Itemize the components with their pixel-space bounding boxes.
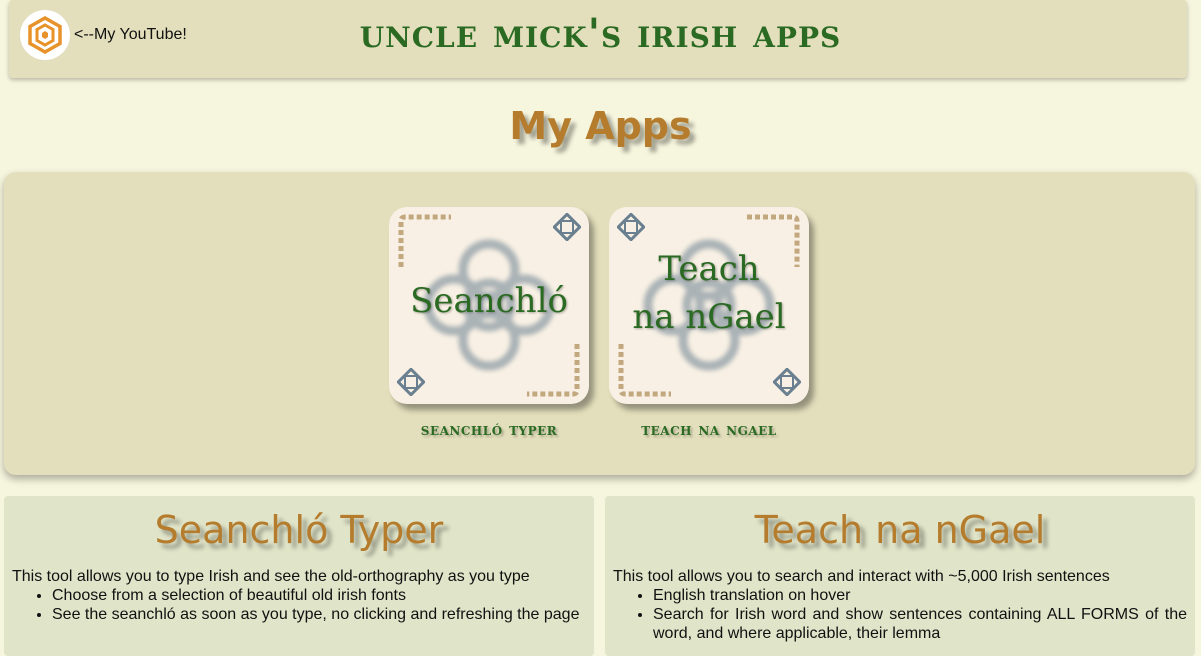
panel-title: Seanchló Typer (154, 508, 444, 552)
apps-panel (4, 172, 1195, 475)
app-card-label: Seanchló (410, 281, 568, 321)
list-item: English translation on hover (653, 586, 1187, 605)
celtic-square-knot-icon (553, 213, 581, 241)
celtic-corner-icon (527, 344, 580, 397)
app-card-seanchlo[interactable]: Seanchló (389, 207, 589, 404)
panel-intro: This tool allows you to type Irish and s… (12, 568, 530, 585)
app-card-label: na nGael (632, 297, 786, 337)
app-card-teach-na-ngael[interactable]: Teach na nGael (609, 207, 809, 404)
celtic-square-knot-icon (773, 368, 801, 396)
celtic-square-knot-icon (397, 368, 425, 396)
celtic-corner-icon (618, 344, 671, 397)
app-card-label: Teach (658, 249, 760, 289)
feature-list: English translation on hover Search for … (605, 586, 1195, 643)
my-apps-heading: My Apps (509, 104, 692, 148)
list-item: Choose from a selection of beautiful old… (52, 586, 586, 605)
info-panel-teach-na-ngael: Teach na nGael This tool allows you to s… (605, 496, 1195, 656)
list-item: See the seanchló as soon as you type, no… (52, 605, 586, 624)
app-caption-teach-na-ngael[interactable]: teach na ngael (609, 420, 809, 440)
celtic-square-knot-icon (617, 213, 645, 241)
app-caption-seanchlo[interactable]: seanchló typer (389, 420, 589, 440)
site-title: uncle mick's irish apps (359, 10, 842, 57)
info-panel-seanchlo: Seanchló Typer This tool allows you to t… (4, 496, 594, 656)
panel-intro: This tool allows you to search and inter… (613, 568, 1110, 585)
list-item: Search for Irish word and show sentences… (653, 605, 1187, 643)
celtic-corner-icon (398, 214, 451, 267)
panel-title: Teach na nGael (754, 508, 1046, 552)
feature-list: Choose from a selection of beautiful old… (4, 586, 594, 624)
